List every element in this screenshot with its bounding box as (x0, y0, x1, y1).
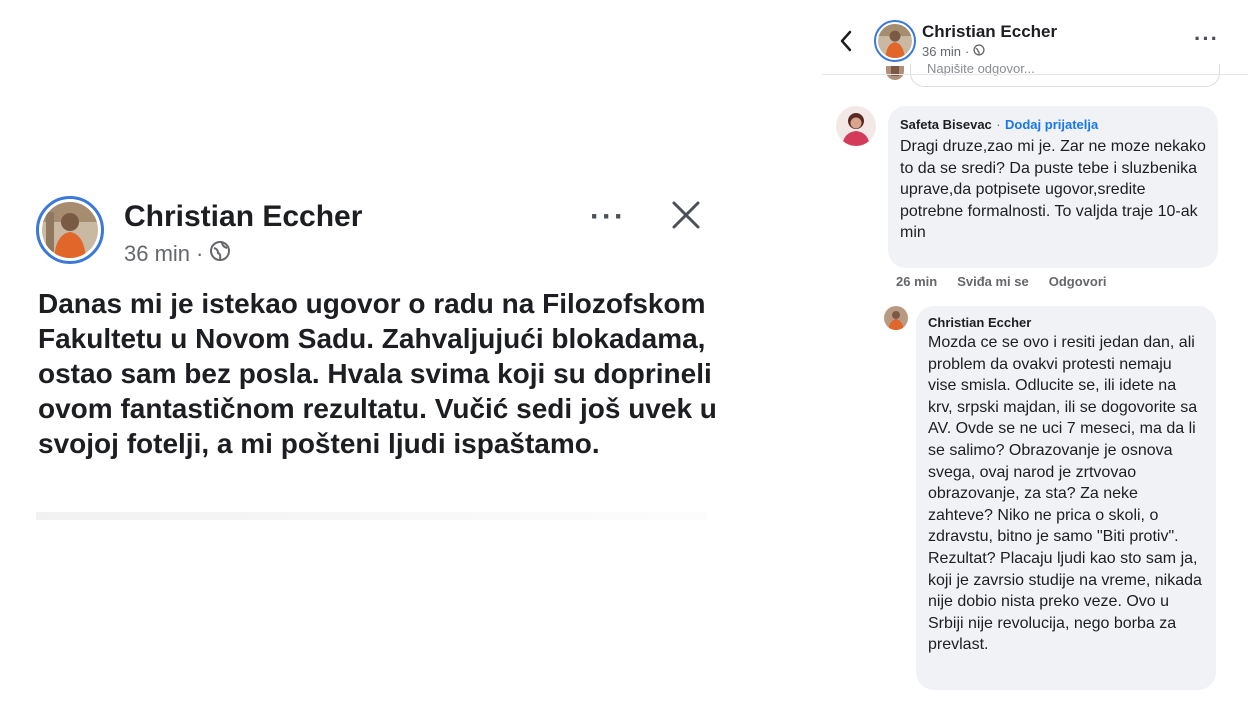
comment-actions: 26 min Sviđa mi se Odgovori (896, 274, 1107, 289)
comments-panel: Christian Eccher 36 min · ··· Napišite o… (822, 0, 1248, 704)
like-button[interactable]: Sviđa mi se (957, 274, 1029, 289)
reply-button[interactable]: Odgovori (1049, 274, 1107, 289)
header-author-name[interactable]: Christian Eccher (922, 22, 1057, 42)
reply-input[interactable]: Napišite odgovor... (910, 64, 1220, 87)
header-meta: 36 min · (922, 44, 985, 59)
post-time[interactable]: 36 min (124, 241, 190, 267)
avatar (886, 66, 904, 80)
avatar-photo (42, 202, 98, 258)
faded-divider (36, 512, 706, 520)
comment-text: Mozda ce se ovo i resiti jedan dan, ali … (928, 334, 1202, 654)
comment-author[interactable]: Safeta Bisevac (900, 117, 992, 132)
header-time[interactable]: 36 min (922, 44, 961, 59)
comment-time[interactable]: 26 min (896, 274, 937, 289)
comment-bubble: Safeta Bisevac · Dodaj prijatelja Dragi … (888, 106, 1218, 268)
more-options-icon[interactable]: ··· (1194, 26, 1219, 52)
post-author-name[interactable]: Christian Eccher (124, 200, 362, 234)
globe-icon (209, 240, 231, 268)
close-icon[interactable] (668, 197, 704, 233)
comment-author[interactable]: Christian Eccher (928, 315, 1204, 330)
post-card: Christian Eccher 36 min · ··· Danas mi j… (0, 0, 820, 704)
avatar[interactable] (884, 306, 908, 330)
more-options-icon[interactable]: ··· (590, 200, 626, 234)
post-text: Danas mi je istekao ugovor o radu na Fil… (38, 288, 717, 459)
add-friend-link[interactable]: Dodaj prijatelja (1005, 117, 1098, 132)
globe-icon (973, 44, 985, 59)
avatar[interactable] (836, 106, 876, 146)
comment-text: Dragi druze,zao mi je. Zar ne moze nekak… (900, 138, 1206, 241)
avatar[interactable] (874, 20, 916, 62)
post-meta: 36 min · (124, 240, 231, 268)
avatar[interactable] (36, 196, 104, 264)
header-divider (822, 74, 1248, 75)
comment-bubble: Christian Eccher Mozda ce se ovo i resit… (916, 306, 1216, 690)
back-arrow-icon[interactable] (836, 28, 856, 54)
meta-separator: · (965, 44, 970, 59)
meta-separator: · (196, 241, 204, 266)
avatar-photo (878, 24, 912, 58)
meta-separator: · (996, 117, 1001, 132)
